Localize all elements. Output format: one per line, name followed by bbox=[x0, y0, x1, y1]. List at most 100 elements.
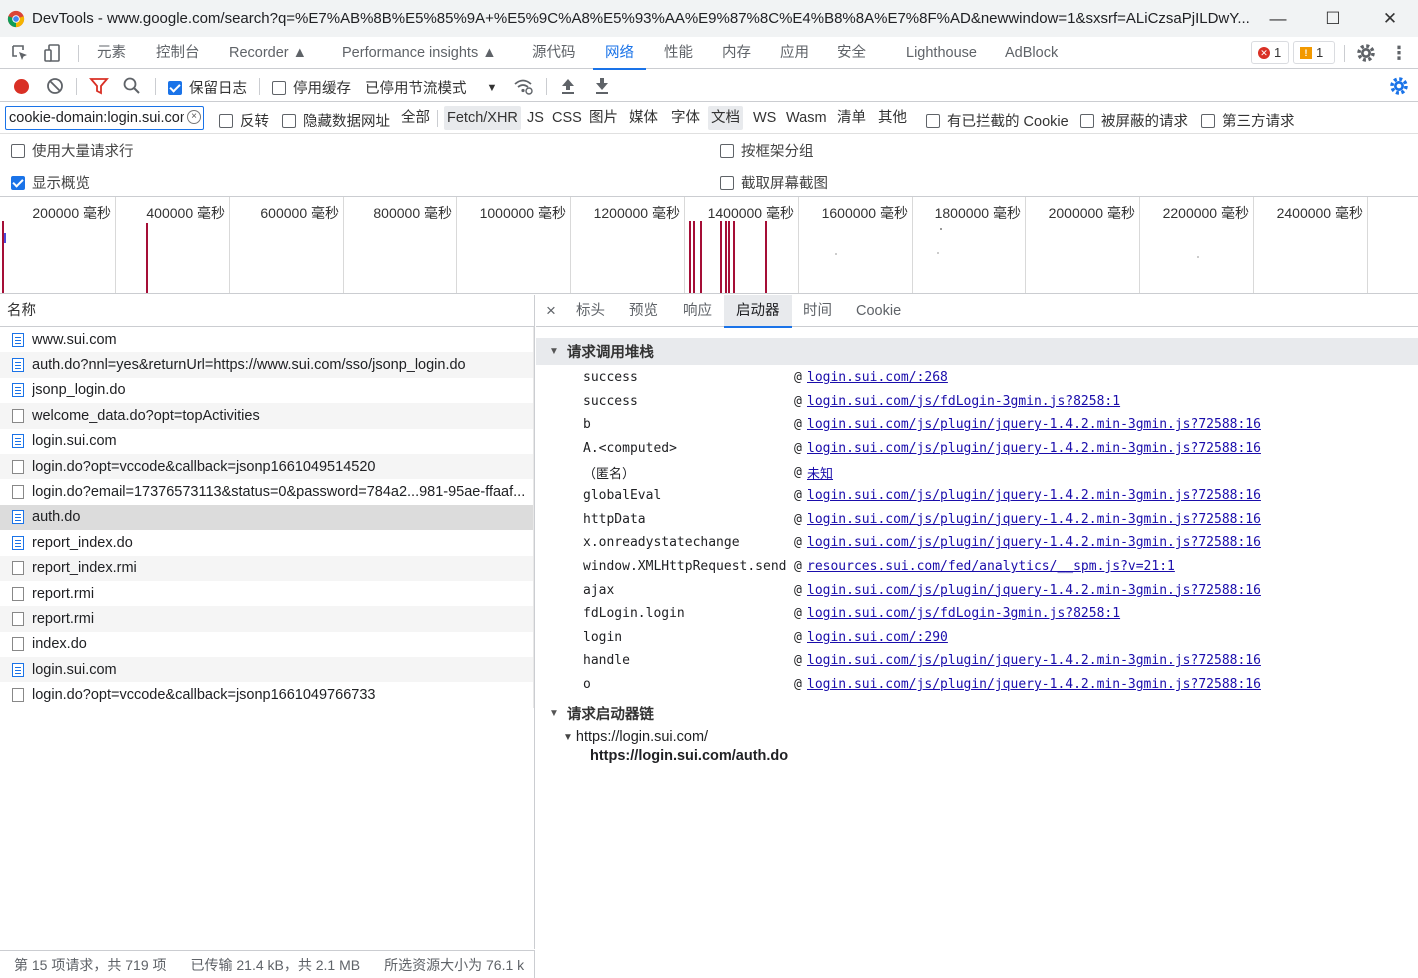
request-row[interactable]: report_index.do bbox=[0, 530, 534, 556]
request-row[interactable]: login.sui.com bbox=[0, 428, 534, 454]
filter-type-all[interactable]: 全部 bbox=[398, 106, 433, 130]
stack-source-link[interactable]: login.sui.com/js/plugin/jquery-1.4.2.min… bbox=[807, 535, 1261, 550]
tab-application[interactable]: 应用 bbox=[780, 37, 809, 69]
invert-checkbox[interactable]: 反转 bbox=[219, 110, 269, 131]
tab-network[interactable]: 网络 bbox=[593, 37, 646, 70]
stack-source-link[interactable]: login.sui.com/js/plugin/jquery-1.4.2.min… bbox=[807, 583, 1261, 598]
filter-input[interactable] bbox=[6, 107, 184, 128]
tab-initiator[interactable]: 启动器 bbox=[724, 295, 792, 328]
tab-security[interactable]: 安全 bbox=[837, 37, 866, 69]
call-stack-section-header[interactable]: ▼ 请求调用堆栈 bbox=[536, 338, 1418, 365]
request-row[interactable]: auth.do?nnl=yes&returnUrl=https://www.su… bbox=[0, 352, 534, 378]
stack-source-link[interactable]: login.sui.com/:290 bbox=[807, 630, 948, 645]
filter-type-doc[interactable]: 文档 bbox=[708, 106, 743, 130]
clear-filter-icon[interactable]: × bbox=[187, 110, 201, 124]
filter-type-css[interactable]: CSS bbox=[549, 106, 585, 130]
stack-source-link[interactable]: login.sui.com/js/plugin/jquery-1.4.2.min… bbox=[807, 653, 1261, 668]
tab-lighthouse[interactable]: Lighthouse bbox=[906, 37, 977, 69]
request-row[interactable]: login.do?email=17376573113&status=0&pass… bbox=[0, 479, 534, 505]
search-icon[interactable] bbox=[121, 75, 143, 97]
group-by-frame-setting[interactable]: 按框架分组 bbox=[720, 140, 814, 161]
export-har-icon[interactable] bbox=[591, 75, 613, 97]
third-party-checkbox[interactable]: 第三方请求 bbox=[1201, 110, 1295, 131]
request-row[interactable]: welcome_data.do?opt=topActivities bbox=[0, 403, 534, 429]
tab-timing[interactable]: 时间 bbox=[803, 295, 832, 327]
clear-log-icon[interactable] bbox=[44, 75, 66, 97]
tab-sources[interactable]: 源代码 bbox=[532, 37, 576, 69]
column-header-name[interactable]: 名称 bbox=[0, 295, 534, 327]
filter-type-font[interactable]: 字体 bbox=[668, 106, 703, 130]
tab-recorder[interactable]: Recorder ▲ bbox=[229, 37, 307, 69]
checkbox[interactable] bbox=[1201, 113, 1215, 128]
network-overview[interactable]: 200000 毫秒 400000 毫秒 600000 毫秒 800000 毫秒 1000… bbox=[0, 196, 1418, 294]
tab-performance[interactable]: 性能 bbox=[664, 37, 693, 69]
filter-icon[interactable] bbox=[88, 75, 110, 97]
preserve-log-checkbox[interactable]: 保留日志 bbox=[168, 77, 247, 98]
checkbox[interactable] bbox=[282, 113, 296, 128]
tab-headers[interactable]: 标头 bbox=[576, 295, 605, 327]
stack-source-link[interactable]: login.sui.com/js/plugin/jquery-1.4.2.min… bbox=[807, 677, 1261, 692]
request-row[interactable]: login.do?opt=vccode&callback=jsonp166104… bbox=[0, 453, 534, 480]
request-row[interactable]: www.sui.com bbox=[0, 327, 534, 353]
record-button[interactable] bbox=[10, 75, 32, 97]
filter-type-fetch-xhr[interactable]: Fetch/XHR bbox=[444, 106, 521, 130]
request-row[interactable]: auth.do bbox=[0, 504, 534, 531]
initiator-chain-section-header[interactable]: ▼ 请求启动器链 bbox=[536, 700, 1418, 727]
tab-response[interactable]: 响应 bbox=[683, 295, 712, 327]
stack-source-link[interactable]: login.sui.com/js/plugin/jquery-1.4.2.min… bbox=[807, 512, 1261, 527]
tab-elements[interactable]: 元素 bbox=[97, 37, 126, 69]
hide-data-urls-checkbox[interactable]: 隐藏数据网址 bbox=[282, 110, 390, 131]
checkbox[interactable] bbox=[11, 143, 25, 158]
filter-type-wasm[interactable]: Wasm bbox=[783, 106, 830, 130]
errors-badge[interactable]: ✕ 1 bbox=[1251, 41, 1289, 64]
filter-type-img[interactable]: 图片 bbox=[586, 106, 621, 130]
checkbox-checked[interactable] bbox=[11, 175, 25, 190]
request-row[interactable]: login.do?opt=vccode&callback=jsonp166104… bbox=[0, 682, 534, 708]
tab-adblock[interactable]: AdBlock bbox=[1005, 37, 1058, 69]
filter-type-media[interactable]: 媒体 bbox=[626, 106, 661, 130]
tab-cookies[interactable]: Cookie bbox=[856, 295, 901, 327]
minimize-button[interactable]: — bbox=[1250, 0, 1306, 37]
settings-gear-icon[interactable] bbox=[1355, 42, 1377, 64]
close-window-button[interactable]: ✕ bbox=[1362, 0, 1418, 37]
stack-source-link[interactable]: login.sui.com/:268 bbox=[807, 370, 948, 385]
stack-source-link[interactable]: 未知 bbox=[807, 463, 833, 482]
stack-source-link[interactable]: login.sui.com/js/fdLogin-3gmin.js?8258:1 bbox=[807, 606, 1120, 621]
tab-console[interactable]: 控制台 bbox=[156, 37, 200, 69]
checkbox[interactable] bbox=[720, 143, 734, 158]
request-row[interactable]: report.rmi bbox=[0, 606, 534, 632]
filter-type-manifest[interactable]: 清单 bbox=[834, 106, 869, 130]
request-row[interactable]: report_index.rmi bbox=[0, 555, 534, 581]
request-row[interactable]: report.rmi bbox=[0, 580, 534, 607]
checkbox[interactable] bbox=[1080, 113, 1094, 128]
initiator-chain-parent[interactable]: ▼ https://login.sui.com/ bbox=[563, 729, 708, 745]
stack-source-link[interactable]: login.sui.com/js/plugin/jquery-1.4.2.min… bbox=[807, 417, 1261, 432]
stack-source-link[interactable]: login.sui.com/js/fdLogin-3gmin.js?8258:1 bbox=[807, 394, 1120, 409]
maximize-button[interactable]: ☐ bbox=[1305, 0, 1361, 37]
request-row[interactable]: jsonp_login.do bbox=[0, 377, 534, 404]
checkbox[interactable] bbox=[272, 80, 286, 95]
request-row[interactable]: login.sui.com bbox=[0, 657, 534, 683]
capture-screenshots-setting[interactable]: 截取屏幕截图 bbox=[720, 172, 828, 193]
warnings-badge[interactable]: ! 1 bbox=[1293, 41, 1335, 64]
show-overview-setting[interactable]: 显示概览 bbox=[11, 172, 90, 193]
inspect-element-icon[interactable] bbox=[9, 42, 31, 64]
filter-type-js[interactable]: JS bbox=[524, 106, 547, 130]
blocked-cookies-checkbox[interactable]: 有已拦截的 Cookie bbox=[926, 110, 1069, 131]
tab-memory[interactable]: 内存 bbox=[722, 37, 751, 69]
close-detail-icon[interactable]: × bbox=[546, 295, 556, 327]
more-options-icon[interactable]: ⋮ bbox=[1388, 42, 1410, 64]
disable-cache-checkbox[interactable]: 停用缓存 bbox=[272, 77, 351, 98]
checkbox-checked[interactable] bbox=[168, 80, 182, 95]
filter-type-other[interactable]: 其他 bbox=[875, 106, 910, 130]
checkbox[interactable] bbox=[720, 175, 734, 190]
request-row[interactable]: index.do bbox=[0, 631, 534, 658]
stack-source-link[interactable]: login.sui.com/js/plugin/jquery-1.4.2.min… bbox=[807, 441, 1261, 456]
device-toolbar-icon[interactable] bbox=[42, 42, 64, 64]
checkbox[interactable] bbox=[219, 113, 233, 128]
filter-type-ws[interactable]: WS bbox=[750, 106, 779, 130]
large-rows-setting[interactable]: 使用大量请求行 bbox=[11, 140, 134, 161]
stack-source-link[interactable]: resources.sui.com/fed/analytics/__spm.js… bbox=[807, 559, 1175, 574]
network-conditions-icon[interactable] bbox=[512, 75, 534, 97]
tab-preview[interactable]: 预览 bbox=[629, 295, 658, 327]
